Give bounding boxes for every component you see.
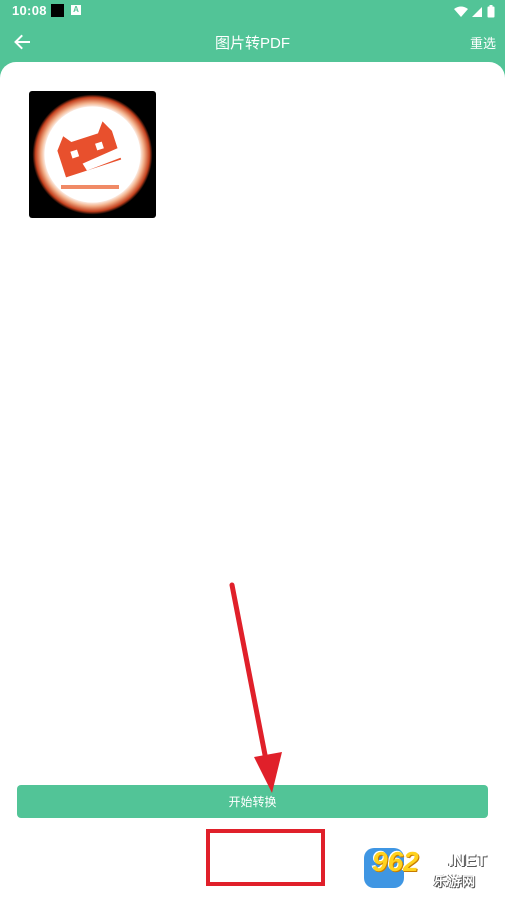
status-icons bbox=[453, 3, 495, 19]
start-convert-label: 开始转换 bbox=[228, 795, 277, 809]
page-title: 图片转PDF bbox=[214, 35, 290, 52]
start-convert-button[interactable]: 开始转换 bbox=[17, 785, 488, 818]
notification-black-icon bbox=[51, 4, 64, 17]
battery-icon bbox=[487, 5, 495, 18]
content-area bbox=[0, 62, 505, 897]
toolbar: 图片转PDF 重选 bbox=[0, 22, 505, 62]
wifi-icon bbox=[453, 6, 468, 17]
notification-a-icon: A bbox=[71, 5, 81, 15]
status-time: 10:08 bbox=[12, 3, 47, 18]
red-cat-logo-icon bbox=[32, 94, 153, 215]
status-bar: 10:08 A bbox=[0, 0, 505, 22]
reselect-button[interactable]: 重选 bbox=[470, 33, 496, 52]
selected-image-1[interactable] bbox=[29, 91, 156, 218]
signal-icon bbox=[472, 6, 483, 17]
